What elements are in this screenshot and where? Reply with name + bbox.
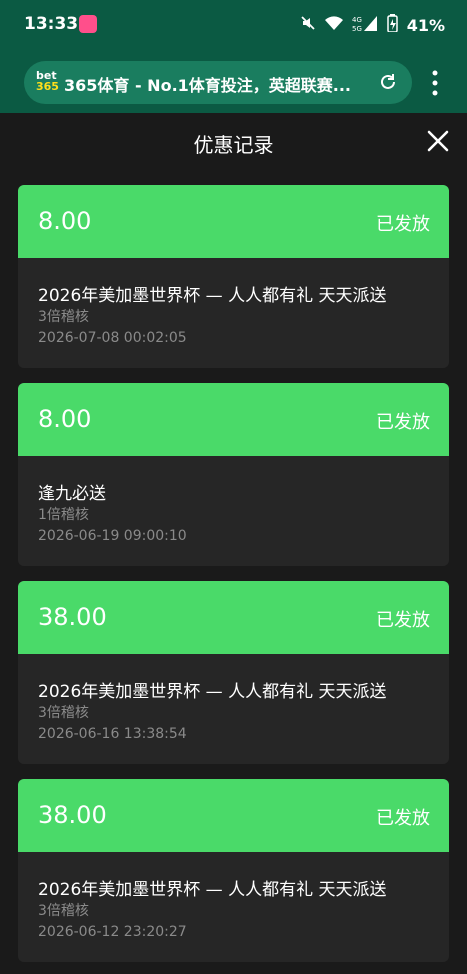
record-status: 已发放 xyxy=(376,808,430,829)
record-multiplier: 1倍稽核 xyxy=(38,507,89,523)
status-icons: 4G 5G 41% xyxy=(300,14,445,36)
record-amount: 38.00 xyxy=(38,603,107,631)
record-header: 8.00 已发放 xyxy=(18,383,449,456)
record-status: 已发放 xyxy=(376,610,430,631)
network-label-5g: 5G xyxy=(352,25,362,32)
battery-percent: 41% xyxy=(406,15,445,35)
record-amount: 8.00 xyxy=(38,207,92,235)
page-title-in-url[interactable]: 365体育 - No.1体育投注，英超联赛... xyxy=(64,72,364,96)
record-card[interactable]: 8.00 已发放 逢九必送 1倍稽核 2026-06-19 09:00:10 xyxy=(18,383,449,566)
status-bar: 13:33 4G 5G 41% xyxy=(0,0,467,52)
record-promo-name: 逢九必送 xyxy=(38,484,106,504)
signal-icon: 4G 5G xyxy=(352,14,378,36)
url-bar[interactable]: bet 365 365体育 - No.1体育投注，英超联赛... xyxy=(24,61,412,104)
site-logo-bottom: 365 xyxy=(36,80,59,93)
close-icon[interactable] xyxy=(427,130,449,152)
record-status: 已发放 xyxy=(376,412,430,433)
wifi-icon xyxy=(324,15,343,35)
record-status: 已发放 xyxy=(376,214,430,235)
record-multiplier: 3倍稽核 xyxy=(38,705,89,721)
site-logo: bet 365 xyxy=(36,70,60,96)
record-date: 2026-06-16 13:38:54 xyxy=(38,726,187,742)
browser-bar: bet 365 365体育 - No.1体育投注，英超联赛... xyxy=(0,52,467,113)
record-amount: 38.00 xyxy=(38,801,107,829)
record-date: 2026-07-08 00:02:05 xyxy=(38,330,187,346)
page-header: 优惠记录 xyxy=(0,113,467,170)
more-vertical-icon[interactable] xyxy=(430,69,440,97)
record-header: 38.00 已发放 xyxy=(18,581,449,654)
record-header: 8.00 已发放 xyxy=(18,185,449,258)
record-card[interactable]: 38.00 已发放 2026年美加墨世界杯 — 人人都有礼 天天派送 3倍稽核 … xyxy=(18,581,449,764)
record-multiplier: 3倍稽核 xyxy=(38,309,89,325)
record-header: 38.00 已发放 xyxy=(18,779,449,852)
record-card[interactable]: 38.00 已发放 2026年美加墨世界杯 — 人人都有礼 天天派送 3倍稽核 … xyxy=(18,779,449,962)
record-amount: 8.00 xyxy=(38,405,92,433)
record-multiplier: 3倍稽核 xyxy=(38,903,89,919)
record-date: 2026-06-12 23:20:27 xyxy=(38,924,187,940)
notification-app-icon xyxy=(79,15,97,33)
record-date: 2026-06-19 09:00:10 xyxy=(38,528,187,544)
status-time: 13:33 xyxy=(24,14,79,34)
record-promo-name: 2026年美加墨世界杯 — 人人都有礼 天天派送 xyxy=(38,682,387,702)
page-title: 优惠记录 xyxy=(193,133,274,157)
record-promo-name: 2026年美加墨世界杯 — 人人都有礼 天天派送 xyxy=(38,880,387,900)
network-label-4g: 4G xyxy=(352,16,362,24)
mute-icon xyxy=(300,15,316,35)
battery-icon xyxy=(386,14,398,36)
record-promo-name: 2026年美加墨世界杯 — 人人都有礼 天天派送 xyxy=(38,286,387,306)
record-card[interactable]: 8.00 已发放 2026年美加墨世界杯 — 人人都有礼 天天派送 3倍稽核 2… xyxy=(18,185,449,368)
reload-icon[interactable] xyxy=(378,72,398,92)
